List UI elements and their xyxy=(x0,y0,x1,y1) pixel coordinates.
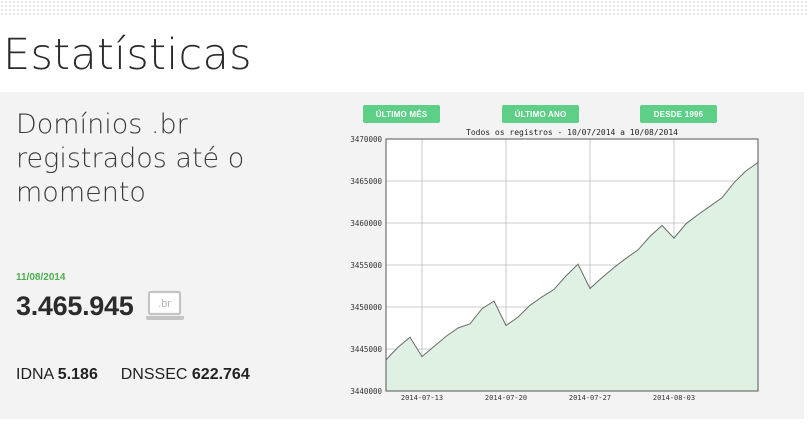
y-tick-label: 3465000 xyxy=(350,177,382,186)
y-tick-label: 3460000 xyxy=(350,219,382,228)
y-tick-label: 3450000 xyxy=(350,303,382,312)
count-date: 11/08/2014 xyxy=(16,272,66,283)
x-tick-label: 2014-08-03 xyxy=(653,394,695,402)
stats-row: IDNA 5.186 DNSSEC 622.764 xyxy=(16,366,250,384)
top-pattern-strip xyxy=(0,0,809,16)
y-tick-label: 3440000 xyxy=(350,387,382,396)
x-tick-label: 2014-07-13 xyxy=(401,394,443,402)
last-month-button[interactable]: ÚLTIMO MÊS xyxy=(363,105,440,123)
y-tick-label: 3470000 xyxy=(350,135,382,144)
chart-title: Todos os registros - 10/07/2014 a 10/08/… xyxy=(466,128,678,137)
laptop-icon: .br xyxy=(146,290,185,320)
registrations-chart: Todos os registros - 10/07/2014 a 10/08/… xyxy=(350,128,759,402)
dnssec-value: 622.764 xyxy=(191,366,250,383)
x-tick-label: 2014-07-20 xyxy=(485,394,527,402)
y-tick-label: 3455000 xyxy=(350,261,382,270)
x-tick-label: 2014-07-27 xyxy=(569,394,611,402)
domain-count: 3.465.945 xyxy=(16,290,134,321)
count-row: 3.465.945 .br xyxy=(16,288,185,324)
br-badge: .br xyxy=(159,298,172,310)
last-year-button[interactable]: ÚLTIMO ANO xyxy=(502,105,579,123)
page-title: Estatísticas xyxy=(3,30,252,80)
headline: Domínios .br registrados até o momento xyxy=(16,109,245,208)
idna-label: IDNA xyxy=(16,366,54,383)
idna-value: 5.186 xyxy=(57,366,98,383)
dnssec-label: DNSSEC xyxy=(120,366,188,383)
since-1996-button[interactable]: DESDE 1996 xyxy=(640,105,717,123)
y-tick-label: 3445000 xyxy=(350,345,382,354)
